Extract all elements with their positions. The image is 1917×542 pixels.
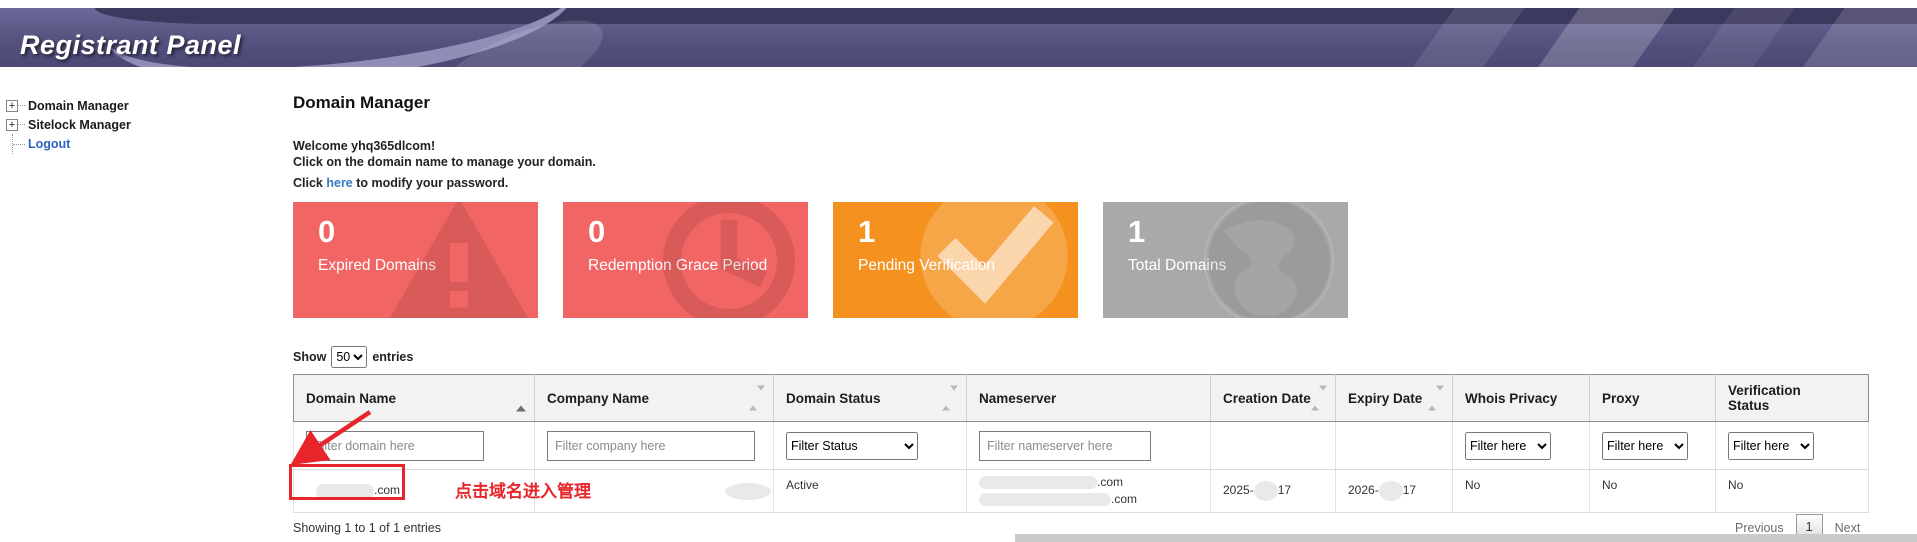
filter-empty-cell <box>1211 422 1336 470</box>
redacted-company-blob <box>725 483 771 500</box>
redacted-date-blob <box>1379 481 1403 501</box>
col-label: Nameserver <box>979 391 1056 406</box>
nameserver-suffix: .com <box>1111 492 1137 506</box>
sidebar-item-logout[interactable]: Logout <box>13 134 131 154</box>
col-header-creation-date[interactable]: Creation Date <box>1211 375 1336 422</box>
stat-value: 1 <box>1128 214 1145 250</box>
col-header-company-name[interactable]: Company Name <box>535 375 774 422</box>
cell-whois-privacy: No <box>1453 470 1590 513</box>
expiry-date-suffix: 17 <box>1403 483 1416 497</box>
password-hint-pre: Click <box>293 176 326 190</box>
cell-domain-status: Active <box>774 470 967 513</box>
expiry-date-prefix: 2026- <box>1348 483 1379 497</box>
sidebar-item-sitelock-manager[interactable]: + Sitelock Manager <box>6 115 131 134</box>
entries-count-select[interactable]: 50 <box>331 346 367 368</box>
welcome-text: Welcome yhq365dlcom! Click on the domain… <box>293 139 596 170</box>
stat-value: 0 <box>588 214 605 250</box>
redacted-date-blob <box>1254 481 1278 501</box>
col-header-nameserver[interactable]: Nameserver <box>967 375 1211 422</box>
nameserver-suffix: .com <box>1097 475 1123 489</box>
tree-connector <box>18 124 25 125</box>
stat-card-redemption-grace: 0 Redemption Grace Period <box>563 202 808 318</box>
col-label: Whois Privacy <box>1465 391 1557 406</box>
stat-value: 0 <box>318 214 335 250</box>
expand-plus-icon[interactable]: + <box>6 100 18 112</box>
col-label: Proxy <box>1602 391 1640 406</box>
creation-date-prefix: 2025- <box>1223 483 1254 497</box>
filter-verification-select[interactable]: Filter here <box>1728 432 1814 460</box>
col-header-domain-status[interactable]: Domain Status <box>774 375 967 422</box>
col-label: Expiry Date <box>1348 391 1422 406</box>
sort-asc-icon[interactable] <box>516 391 526 406</box>
col-label: Domain Status <box>786 391 881 406</box>
tree-connector <box>18 105 25 106</box>
welcome-line2: Click on the domain name to manage your … <box>293 155 596 171</box>
cell-verification-status: No <box>1716 470 1869 513</box>
col-header-proxy[interactable]: Proxy <box>1590 375 1716 422</box>
registrant-panel-page: Registrant Panel + Domain Manager + Site… <box>0 0 1917 542</box>
entries-label: entries <box>372 350 413 364</box>
col-label: Verification Status <box>1728 383 1801 413</box>
col-label: Company Name <box>547 391 649 406</box>
col-label: Creation Date <box>1223 391 1311 406</box>
sidebar-item-label[interactable]: Domain Manager <box>25 99 129 113</box>
filter-nameserver-input[interactable] <box>979 431 1151 461</box>
sort-both-icon[interactable] <box>1428 391 1444 406</box>
sort-both-icon[interactable] <box>942 391 958 406</box>
previous-page-button[interactable]: Previous <box>1735 521 1784 535</box>
cell-creation-date: 2025- 17 <box>1211 470 1336 513</box>
sort-both-icon[interactable] <box>749 391 765 406</box>
sidebar-tree: + Domain Manager + Sitelock Manager Logo… <box>6 96 131 154</box>
show-label: Show <box>293 350 326 364</box>
change-password-link[interactable]: here <box>326 176 352 190</box>
sidebar-item-label[interactable]: Sitelock Manager <box>25 118 131 132</box>
filter-row: Filter Status Filter here Filter here Fi… <box>294 422 1869 470</box>
cell-proxy: No <box>1590 470 1716 513</box>
filter-proxy-select[interactable]: Filter here <box>1602 432 1688 460</box>
globe-icon <box>1194 202 1344 318</box>
warning-triangle-icon <box>384 202 534 318</box>
col-header-whois-privacy[interactable]: Whois Privacy <box>1453 375 1590 422</box>
expand-plus-icon[interactable]: + <box>6 119 18 131</box>
footer-strip <box>1015 534 1917 542</box>
annotation-hint-text: 点击域名进入管理 <box>455 477 591 502</box>
welcome-line1: Welcome yhq365dlcom! <box>293 139 596 155</box>
table-info-text: Showing 1 to 1 of 1 entries <box>293 521 441 535</box>
stat-card-pending-verification: 1 Pending Verification <box>833 202 1078 318</box>
sidebar-item-domain-manager[interactable]: + Domain Manager <box>6 96 131 115</box>
clock-icon <box>654 202 804 318</box>
tree-connector <box>13 144 25 145</box>
col-header-verification-status[interactable]: Verification Status <box>1716 375 1869 422</box>
sort-both-icon[interactable] <box>1311 391 1327 406</box>
filter-status-select[interactable]: Filter Status <box>786 432 918 460</box>
cell-expiry-date: 2026- 17 <box>1336 470 1453 513</box>
page-title: Domain Manager <box>293 93 430 113</box>
tree-branch: Logout <box>12 134 131 154</box>
password-hint: Click here to modify your password. <box>293 176 508 190</box>
stat-card-total-domains: 1 Total Domains <box>1103 202 1348 318</box>
filter-company-input[interactable] <box>547 431 755 461</box>
logout-link[interactable]: Logout <box>25 137 70 151</box>
cell-nameserver: .com .com <box>967 470 1211 513</box>
next-page-button[interactable]: Next <box>1835 521 1861 535</box>
stat-value: 1 <box>858 214 875 250</box>
redacted-nameserver-blob <box>979 476 1097 489</box>
annotation-highlight-box <box>289 464 405 500</box>
col-header-expiry-date[interactable]: Expiry Date <box>1336 375 1453 422</box>
creation-date-suffix: 17 <box>1278 483 1291 497</box>
header-row: Domain Name Company Name Domain Status N… <box>294 375 1869 422</box>
app-title: Registrant Panel <box>20 30 241 61</box>
redacted-nameserver-blob <box>979 493 1111 506</box>
password-hint-post: to modify your password. <box>353 176 509 190</box>
check-icon <box>914 202 1074 318</box>
show-entries-bar: Show 50 entries <box>293 346 413 368</box>
header-banner: Registrant Panel <box>0 8 1917 67</box>
filter-whois-select[interactable]: Filter here <box>1465 432 1551 460</box>
stat-card-expired-domains: 0 Expired Domains <box>293 202 538 318</box>
filter-empty-cell <box>1336 422 1453 470</box>
